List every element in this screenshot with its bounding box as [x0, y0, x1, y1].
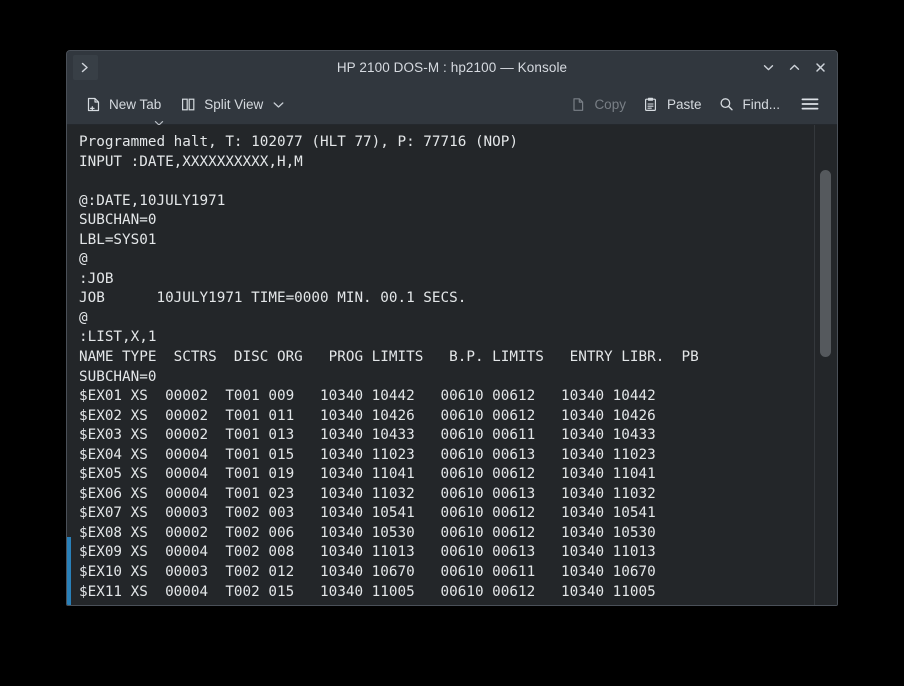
- copy-button[interactable]: Copy: [562, 91, 633, 117]
- search-icon: [717, 95, 735, 113]
- terminal-selection-accent-bar: [67, 537, 71, 605]
- hamburger-menu-icon[interactable]: [795, 91, 825, 117]
- terminal-output[interactable]: Programmed halt, T: 102077 (HLT 77), P: …: [67, 125, 814, 605]
- window-title: HP 2100 DOS-M : hp2100 — Konsole: [67, 51, 837, 84]
- paste-icon: [642, 95, 660, 113]
- split-view-button[interactable]: Split View: [172, 91, 292, 117]
- new-tab-label: New Tab: [109, 97, 161, 112]
- copy-label: Copy: [594, 97, 626, 112]
- minimize-icon[interactable]: [755, 55, 781, 81]
- terminal-scrollbar[interactable]: [814, 125, 837, 605]
- toolbar-left-group: New Tab Split View: [77, 91, 292, 117]
- new-tab-chevron-down-icon[interactable]: [154, 115, 164, 122]
- window-titlebar[interactable]: HP 2100 DOS-M : hp2100 — Konsole: [67, 51, 837, 84]
- new-tab-button[interactable]: New Tab: [77, 91, 168, 117]
- maximize-icon[interactable]: [781, 55, 807, 81]
- new-tab-icon: [84, 95, 102, 113]
- copy-icon: [569, 95, 587, 113]
- paste-button[interactable]: Paste: [635, 91, 709, 117]
- split-view-chevron-down-icon[interactable]: [272, 100, 285, 109]
- terminal-scrollbar-thumb[interactable]: [820, 170, 831, 357]
- close-icon[interactable]: [807, 55, 833, 81]
- konsole-window: HP 2100 DOS-M : hp2100 — Konsole: [66, 50, 838, 606]
- main-toolbar: New Tab Split View: [67, 84, 837, 125]
- terminal-prompt-icon[interactable]: [73, 55, 98, 80]
- paste-label: Paste: [667, 97, 702, 112]
- toolbar-right-group: Copy Paste: [562, 91, 825, 117]
- find-button[interactable]: Find...: [710, 91, 787, 117]
- split-view-icon: [179, 95, 197, 113]
- find-label: Find...: [742, 97, 780, 112]
- split-view-label: Split View: [204, 97, 263, 112]
- window-controls: [755, 51, 833, 84]
- terminal-area[interactable]: Programmed halt, T: 102077 (HLT 77), P: …: [67, 125, 837, 605]
